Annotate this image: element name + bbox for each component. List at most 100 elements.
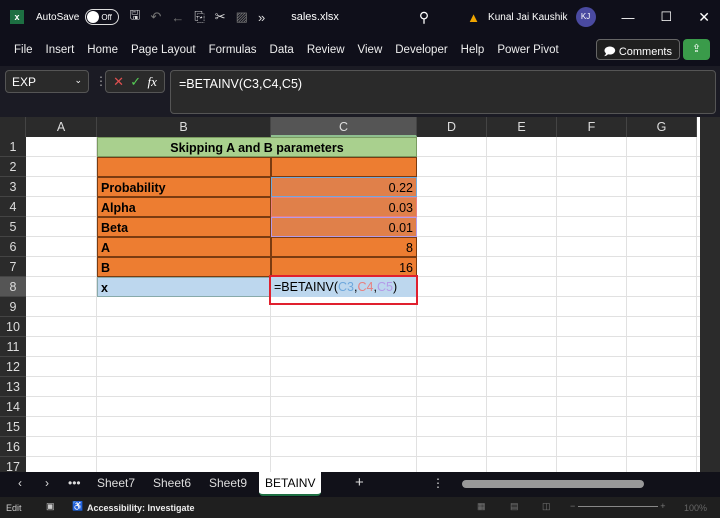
- add-sheet-icon[interactable]: +: [355, 474, 364, 491]
- sheet-tab-sheet6[interactable]: Sheet6: [153, 476, 191, 490]
- enter-icon[interactable]: ✓: [130, 74, 141, 90]
- minimize-icon[interactable]: —: [622, 10, 635, 25]
- row-header-14[interactable]: 14: [0, 397, 26, 417]
- zoom-level[interactable]: 100%: [684, 503, 707, 513]
- row-header-7[interactable]: 7: [0, 257, 26, 277]
- cell-b1-title[interactable]: Skipping A and B parameters: [97, 137, 417, 157]
- tab-developer[interactable]: Developer: [395, 44, 447, 56]
- column-header-e[interactable]: E: [487, 117, 557, 137]
- close-icon[interactable]: ✕: [698, 9, 710, 26]
- share-button[interactable]: ⇪: [683, 39, 710, 60]
- tab-review[interactable]: Review: [307, 44, 345, 56]
- row-header-4[interactable]: 4: [0, 197, 26, 217]
- zoom-slider[interactable]: − +: [570, 501, 675, 513]
- macro-icon[interactable]: ▣: [46, 501, 55, 512]
- comments-button[interactable]: 🗩 Comments: [595, 39, 680, 60]
- row-header-15[interactable]: 15: [0, 417, 26, 437]
- row-header-5[interactable]: 5: [0, 217, 26, 237]
- row-header-17[interactable]: 17: [0, 457, 26, 472]
- avatar[interactable]: KJ: [575, 7, 596, 27]
- column-header-g[interactable]: G: [627, 117, 697, 137]
- options-icon[interactable]: ⋮: [432, 476, 444, 490]
- tab-page-layout[interactable]: Page Layout: [131, 44, 196, 56]
- more-icon[interactable]: »: [258, 10, 265, 25]
- cell-label[interactable]: x: [97, 277, 271, 297]
- sheet-tab-betainv[interactable]: BETAINV: [259, 472, 322, 496]
- vertical-scrollbar[interactable]: [700, 117, 720, 472]
- row-line: [26, 436, 700, 437]
- row-header-16[interactable]: 16: [0, 437, 26, 457]
- cell-label[interactable]: A: [97, 237, 271, 257]
- column-header-a[interactable]: A: [26, 117, 97, 137]
- maximize-icon[interactable]: ☐: [661, 9, 673, 25]
- tab-home[interactable]: Home: [87, 44, 118, 56]
- cell-value[interactable]: 0.03: [271, 197, 417, 217]
- cancel-icon[interactable]: ✕: [113, 74, 124, 90]
- row-header-6[interactable]: 6: [0, 237, 26, 257]
- row-line: [26, 376, 700, 377]
- cell-value[interactable]: 0.22: [271, 177, 417, 197]
- insert-function-icon[interactable]: fx: [147, 74, 156, 90]
- next-sheet-icon[interactable]: ›: [45, 476, 49, 490]
- row-header-2[interactable]: 2: [0, 157, 26, 177]
- horizontal-scrollbar[interactable]: [452, 478, 707, 490]
- column-header-b[interactable]: B: [97, 117, 271, 137]
- chevron-down-icon: ⌄: [74, 75, 82, 85]
- tab-data[interactable]: Data: [270, 44, 294, 56]
- tab-insert[interactable]: Insert: [46, 44, 75, 56]
- cell-value[interactable]: 16: [271, 257, 417, 277]
- normal-view-icon[interactable]: ▦: [477, 501, 486, 512]
- autosave-toggle[interactable]: Off: [85, 9, 120, 25]
- formula-input[interactable]: =BETAINV(C3,C4,C5): [170, 70, 716, 114]
- row-line: [26, 416, 700, 417]
- row-header-13[interactable]: 13: [0, 377, 26, 397]
- row-line: [26, 336, 700, 337]
- row-header-9[interactable]: 9: [0, 297, 26, 317]
- name-box[interactable]: EXP ⌄: [5, 70, 89, 93]
- status-bar: Edit ▣ ♿ Accessibility: Investigate ▦ ▤ …: [0, 497, 720, 518]
- sheet-tab-sheet9[interactable]: Sheet9: [209, 476, 247, 490]
- cell-label[interactable]: Beta: [97, 217, 271, 237]
- row-line: [26, 396, 700, 397]
- tab-help[interactable]: Help: [461, 44, 485, 56]
- row-header-8[interactable]: 8: [0, 277, 26, 297]
- row-header-12[interactable]: 12: [0, 357, 26, 377]
- format-icon[interactable]: ▨: [236, 9, 248, 25]
- more-sheets-icon[interactable]: •••: [68, 476, 81, 490]
- row-header-1[interactable]: 1: [0, 137, 26, 157]
- cell-c2[interactable]: [271, 157, 417, 177]
- copy-icon[interactable]: ⎘: [194, 9, 204, 25]
- cell-value[interactable]: 0.01: [271, 217, 417, 237]
- save-icon[interactable]: 🖫: [129, 6, 140, 28]
- spreadsheet-grid[interactable]: A B C D E F G 1 2 3 4 5 6 7 8 9 10 11 12 13 14 15 16 17 Skipping…: [0, 117, 700, 472]
- row-header-10[interactable]: 10: [0, 317, 26, 337]
- prev-sheet-icon[interactable]: ‹: [18, 476, 22, 490]
- row-header-11[interactable]: 11: [0, 337, 26, 357]
- search-icon[interactable]: ⚲: [419, 9, 429, 26]
- column-line: [696, 137, 697, 472]
- cell-label[interactable]: Probability: [97, 177, 271, 197]
- file-name[interactable]: sales.xlsx: [291, 11, 339, 23]
- cell-label[interactable]: B: [97, 257, 271, 277]
- cell-value[interactable]: 8: [271, 237, 417, 257]
- cell-label[interactable]: Alpha: [97, 197, 271, 217]
- undo-icon[interactable]: ↶: [150, 9, 161, 25]
- column-header-c[interactable]: C: [271, 117, 417, 137]
- accessibility-icon[interactable]: ♿: [72, 501, 83, 512]
- cut-icon[interactable]: ✂: [215, 9, 226, 25]
- tab-view[interactable]: View: [358, 44, 383, 56]
- accessibility-status[interactable]: Accessibility: Investigate: [87, 503, 195, 513]
- page-break-view-icon[interactable]: ◫: [542, 501, 551, 512]
- tab-power-pivot[interactable]: Power Pivot: [497, 44, 558, 56]
- select-all-corner[interactable]: [0, 117, 26, 137]
- title-bar: x AutoSave Off 🖫 ↶ ← ⎘ ✂ ▨ » sales.xlsx …: [0, 0, 720, 34]
- column-header-d[interactable]: D: [417, 117, 487, 137]
- page-layout-view-icon[interactable]: ▤: [510, 501, 519, 512]
- tab-file[interactable]: File: [14, 44, 33, 56]
- row-header-3[interactable]: 3: [0, 177, 26, 197]
- sheet-tab-sheet7[interactable]: Sheet7: [97, 476, 135, 490]
- cell-b2[interactable]: [97, 157, 271, 177]
- tab-formulas[interactable]: Formulas: [209, 44, 257, 56]
- column-header-f[interactable]: F: [557, 117, 627, 137]
- back-icon[interactable]: ←: [171, 10, 184, 25]
